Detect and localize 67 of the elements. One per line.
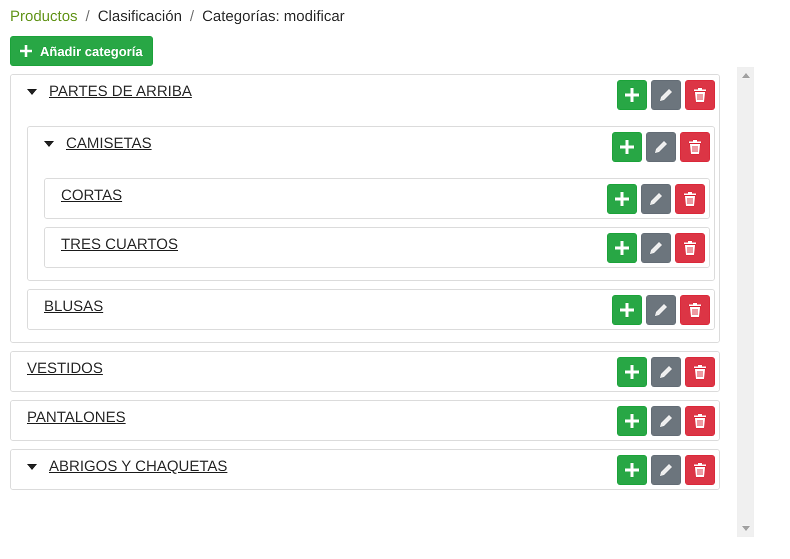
category-link[interactable]: CORTAS — [61, 186, 122, 206]
pencil-icon — [649, 192, 663, 206]
pencil-icon — [659, 365, 673, 379]
edit-button[interactable] — [646, 132, 676, 162]
category-link[interactable]: PARTES DE ARRIBA — [49, 82, 192, 102]
caret-icon[interactable] — [44, 141, 54, 147]
pencil-icon — [659, 88, 673, 102]
trash-icon — [689, 303, 701, 317]
add-subcategory-button[interactable] — [617, 406, 647, 436]
category-link[interactable]: VESTIDOS — [27, 359, 103, 379]
scrollbar[interactable] — [737, 67, 754, 537]
pencil-icon — [649, 241, 663, 255]
add-subcategory-button[interactable] — [607, 233, 637, 263]
trash-icon — [694, 463, 706, 477]
plus-icon — [20, 45, 32, 57]
trash-icon — [694, 414, 706, 428]
plus-icon — [615, 192, 629, 206]
breadcrumb-separator: / — [190, 8, 194, 24]
breadcrumb-separator: / — [86, 8, 90, 24]
category-link[interactable]: BLUSAS — [44, 297, 104, 317]
edit-button[interactable] — [641, 233, 671, 263]
edit-button[interactable] — [641, 184, 671, 214]
trash-icon — [689, 140, 701, 154]
plus-icon — [625, 463, 639, 477]
category-link[interactable]: CAMISETAS — [66, 134, 152, 154]
delete-button[interactable] — [675, 233, 705, 263]
scroll-down-icon[interactable] — [742, 526, 750, 531]
pencil-icon — [659, 463, 673, 477]
delete-button[interactable] — [685, 406, 715, 436]
edit-button[interactable] — [646, 295, 676, 325]
plus-icon — [625, 88, 639, 102]
delete-button[interactable] — [680, 295, 710, 325]
trash-icon — [684, 192, 696, 206]
plus-icon — [620, 140, 634, 154]
delete-button[interactable] — [675, 184, 705, 214]
add-subcategory-button[interactable] — [607, 184, 637, 214]
add-subcategory-button[interactable] — [617, 455, 647, 485]
pencil-icon — [654, 140, 668, 154]
trash-icon — [684, 241, 696, 255]
scroll-up-icon[interactable] — [742, 73, 750, 78]
plus-icon — [615, 241, 629, 255]
edit-button[interactable] — [651, 357, 681, 387]
add-subcategory-button[interactable] — [612, 295, 642, 325]
trash-icon — [694, 365, 706, 379]
plus-icon — [625, 365, 639, 379]
plus-icon — [625, 414, 639, 428]
delete-button[interactable] — [680, 132, 710, 162]
category-link[interactable]: TRES CUARTOS — [61, 235, 178, 255]
edit-button[interactable] — [651, 406, 681, 436]
category-link[interactable]: ABRIGOS Y CHAQUETAS — [49, 457, 228, 477]
delete-button[interactable] — [685, 357, 715, 387]
add-subcategory-button[interactable] — [612, 132, 642, 162]
delete-button[interactable] — [685, 455, 715, 485]
plus-icon — [620, 303, 634, 317]
breadcrumb-item: Categorías: modificar — [202, 8, 345, 24]
delete-button[interactable] — [685, 80, 715, 110]
category-link[interactable]: PANTALONES — [27, 408, 126, 428]
pencil-icon — [654, 303, 668, 317]
add-subcategory-button[interactable] — [617, 357, 647, 387]
edit-button[interactable] — [651, 455, 681, 485]
caret-icon[interactable] — [27, 89, 37, 95]
breadcrumb-item: Clasificación — [98, 8, 182, 24]
add-subcategory-button[interactable] — [617, 80, 647, 110]
trash-icon — [694, 88, 706, 102]
caret-icon[interactable] — [27, 464, 37, 470]
pencil-icon — [659, 414, 673, 428]
edit-button[interactable] — [651, 80, 681, 110]
